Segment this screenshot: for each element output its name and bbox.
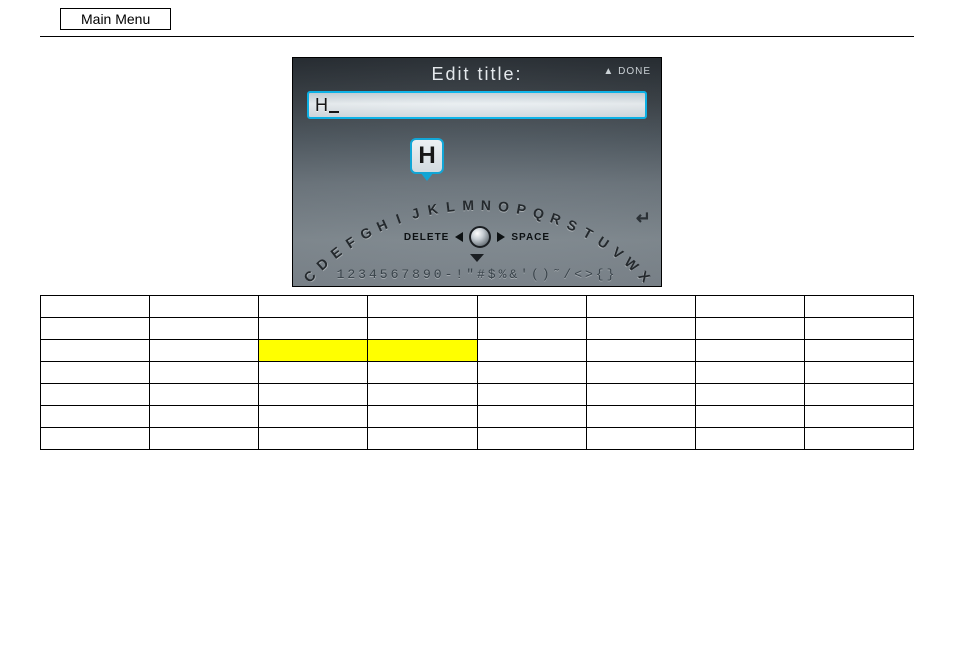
table-cell [804,318,913,340]
table-row [41,318,914,340]
table-cell [586,318,695,340]
table-cell [368,428,477,450]
table-cell [150,362,259,384]
table-cell [586,406,695,428]
table-cell [586,384,695,406]
left-triangle-icon [455,232,463,242]
table-cell [586,428,695,450]
table-cell [368,318,477,340]
table-header [41,296,150,318]
main-menu-button[interactable]: Main Menu [60,8,171,30]
table-cell [477,318,586,340]
table-row [41,406,914,428]
table-cell [41,318,150,340]
table-cell [150,384,259,406]
table-cell [804,362,913,384]
table-cell [259,428,368,450]
table-cell [368,406,477,428]
data-table [40,295,914,450]
table-cell [41,362,150,384]
table-cell [804,340,913,362]
horizontal-rule [40,36,914,37]
table-cell [150,340,259,362]
table-header [150,296,259,318]
table-cell [695,384,804,406]
table-cell [259,384,368,406]
table-row [41,340,914,362]
table-cell [368,384,477,406]
table-cell [41,428,150,450]
table-cell [695,340,804,362]
table-cell [695,318,804,340]
table-cell [586,340,695,362]
table-cell [804,406,913,428]
table-cell [695,362,804,384]
table-cell [804,428,913,450]
table-row [41,362,914,384]
right-triangle-icon [497,232,505,242]
table-header [804,296,913,318]
arc-letter[interactable]: N [481,197,492,213]
enter-icon[interactable]: ↵ [636,208,651,229]
table-cell [477,428,586,450]
table-cell [259,362,368,384]
arc-letter[interactable]: M [462,197,474,213]
table-cell [477,362,586,384]
table-cell [368,340,477,362]
arc-letter[interactable]: P [515,201,527,218]
arc-letter[interactable]: K [426,200,439,218]
space-label[interactable]: SPACE [511,232,550,243]
table-cell [41,340,150,362]
character-arc[interactable]: ABCDEFGHIJKLMNOPQRSTUVWXYZ [293,153,661,283]
down-triangle-icon [470,254,484,262]
table-cell [368,362,477,384]
table-cell [477,406,586,428]
table-header [368,296,477,318]
table-row [41,428,914,450]
table-cell [477,384,586,406]
delete-label[interactable]: DELETE [404,232,449,243]
table-cell [259,340,368,362]
table-header [695,296,804,318]
symbols-row[interactable]: 1234567890-!"#$%&'()˜/<>{} [293,267,661,282]
table-row [41,384,914,406]
table-cell [259,318,368,340]
arc-letter[interactable]: L [445,198,455,215]
table-cell [41,384,150,406]
arc-letter[interactable]: J [410,205,422,222]
table-cell [695,406,804,428]
table-cell [586,362,695,384]
table-header [586,296,695,318]
arc-letter[interactable]: Q [531,204,546,222]
rotary-knob-icon[interactable] [469,226,491,248]
table-cell [150,428,259,450]
table-cell [259,406,368,428]
table-cell [150,318,259,340]
table-cell [477,340,586,362]
table-cell [150,406,259,428]
table-header [477,296,586,318]
table-cell [41,406,150,428]
table-cell [695,428,804,450]
arc-letter[interactable]: I [394,211,403,227]
table-header [259,296,368,318]
device-screenshot: Edit title: ▲ DONE H H ABCDEFGHIJKLMNOPQ… [292,57,662,287]
table-cell [804,384,913,406]
arc-letter[interactable]: O [497,198,510,215]
